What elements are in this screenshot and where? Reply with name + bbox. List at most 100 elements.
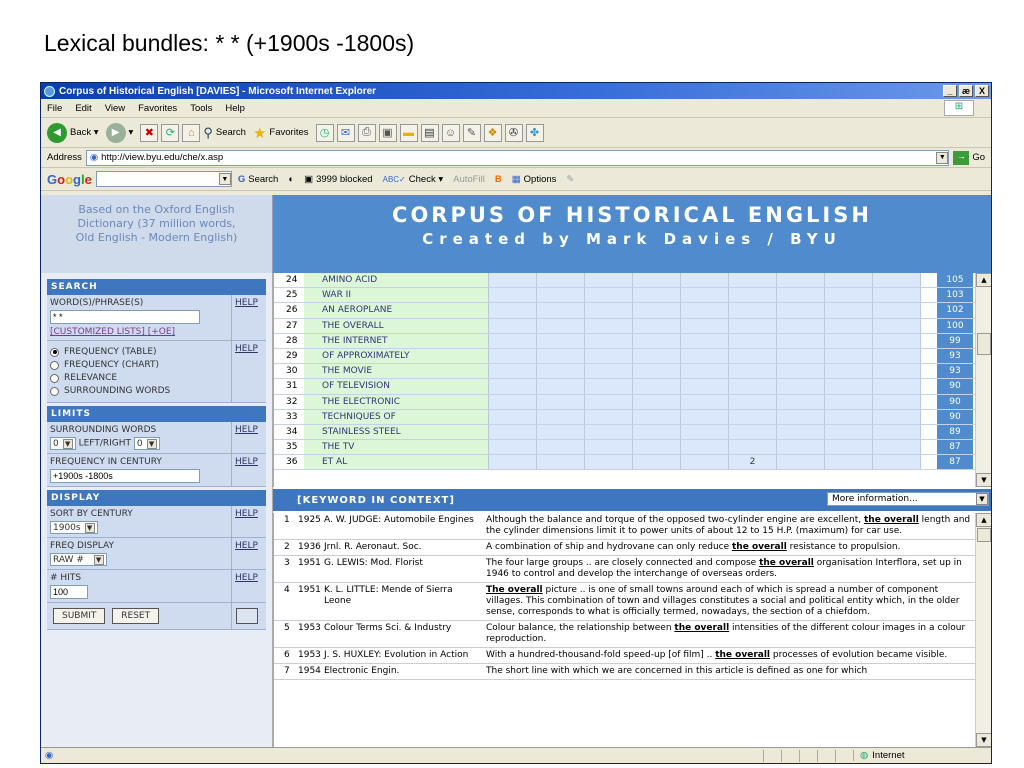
messenger-icon[interactable]: ☺ bbox=[441, 123, 460, 142]
kwic-source[interactable]: G. LEWIS: Mod. Florist bbox=[324, 558, 486, 580]
folder-icon[interactable]: ▬ bbox=[399, 123, 418, 142]
menu-tools[interactable]: Tools bbox=[190, 103, 212, 114]
radio-relevance[interactable]: RELEVANCE bbox=[50, 373, 228, 383]
result-word-link[interactable]: AMINO ACID bbox=[304, 273, 489, 288]
result-word-link[interactable]: THE TV bbox=[304, 440, 489, 455]
autofill-button[interactable]: AutoFill bbox=[453, 174, 485, 185]
blogger-icon[interactable]: B bbox=[495, 174, 502, 185]
popup-blocker[interactable]: ▣ 3999 blocked bbox=[304, 174, 373, 185]
options-button[interactable]: ▦ Options bbox=[512, 174, 557, 185]
scroll-thumb[interactable] bbox=[977, 528, 991, 542]
kwic-scrollbar[interactable]: ▲ ▼ bbox=[975, 513, 991, 747]
freq-century-input[interactable] bbox=[50, 469, 200, 483]
result-word-link[interactable]: WAR II bbox=[304, 288, 489, 303]
display-help-link[interactable]: HELP bbox=[232, 341, 266, 402]
kwic-source[interactable]: K. L. LITTLE: Mende of Sierra Leone bbox=[324, 585, 486, 618]
result-word-link[interactable]: THE OVERALL bbox=[304, 318, 489, 333]
kwic-keyword[interactable]: the overall bbox=[732, 542, 787, 552]
kwic-source[interactable]: J. S. HUXLEY: Evolution in Action bbox=[324, 650, 486, 661]
google-dropdown-icon[interactable]: ▼ bbox=[218, 173, 231, 185]
menu-edit[interactable]: Edit bbox=[75, 103, 91, 114]
right-select[interactable]: 0 ▼ bbox=[133, 437, 160, 450]
go-button[interactable]: → Go bbox=[953, 150, 991, 165]
results-scrollbar[interactable]: ▲ ▼ bbox=[975, 273, 991, 487]
tools-icon[interactable]: ✎ bbox=[462, 123, 481, 142]
research-icon[interactable]: ❖ bbox=[483, 123, 502, 142]
freq-display-select[interactable]: RAW # ▼ bbox=[50, 553, 107, 566]
result-word-link[interactable]: THE ELECTRONIC bbox=[304, 394, 489, 409]
radio-frequency-table[interactable]: FREQUENCY (TABLE) bbox=[50, 347, 228, 357]
result-word-link[interactable]: AN AEROPLANE bbox=[304, 303, 489, 318]
pagerank-icon[interactable]: ◐ bbox=[288, 174, 294, 185]
freq-display-help-link[interactable]: HELP bbox=[232, 538, 266, 569]
status-bar: ◉ ◍ Internet bbox=[41, 747, 991, 763]
refresh-icon[interactable]: ⟳ bbox=[161, 123, 180, 142]
scroll-up-icon[interactable]: ▲ bbox=[976, 273, 991, 287]
page-icon[interactable]: ▤ bbox=[420, 123, 439, 142]
kwic-keyword[interactable]: The overall bbox=[486, 585, 543, 595]
mail-icon[interactable]: ✉ bbox=[336, 123, 355, 142]
customized-lists-link[interactable]: [CUSTOMIZED LISTS] [+OE] bbox=[50, 327, 228, 337]
left-select[interactable]: 0 ▼ bbox=[50, 437, 76, 450]
menu-file[interactable]: File bbox=[47, 103, 62, 114]
menu-favorites[interactable]: Favorites bbox=[138, 103, 177, 114]
home-icon[interactable]: ⌂ bbox=[182, 123, 201, 142]
sort-help-link[interactable]: HELP bbox=[232, 506, 266, 537]
kwic-keyword[interactable]: the overall bbox=[674, 623, 729, 633]
reset-button[interactable]: RESET bbox=[112, 608, 160, 624]
close-button[interactable]: X bbox=[975, 85, 989, 97]
scroll-down-icon[interactable]: ▼ bbox=[976, 733, 991, 747]
kwic-source[interactable]: Colour Terms Sci. & Industry bbox=[324, 623, 486, 645]
kwic-source[interactable]: A. W. JUDGE: Automobile Engines bbox=[324, 515, 486, 537]
kwic-number: 5 bbox=[284, 623, 290, 633]
sort-select[interactable]: 1900s ▼ bbox=[50, 521, 98, 534]
freq-century-help-link[interactable]: HELP bbox=[232, 454, 266, 486]
word-input[interactable] bbox=[50, 310, 200, 324]
result-word-link[interactable]: OF APPROXIMATELY bbox=[304, 348, 489, 364]
google-search-input[interactable]: ▼ bbox=[95, 171, 232, 187]
bicycle-icon[interactable]: ✇ bbox=[504, 123, 523, 142]
address-dropdown-icon[interactable]: ▼ bbox=[936, 151, 949, 164]
result-word-link[interactable]: THE MOVIE bbox=[304, 364, 489, 379]
address-input[interactable]: ◉ http://view.byu.edu/che/x.asp ▼ bbox=[85, 149, 950, 166]
oe-link[interactable]: [+OE] bbox=[148, 327, 175, 337]
result-word-link[interactable]: TECHNIQUES OF bbox=[304, 409, 489, 424]
print-icon[interactable]: ⎙ bbox=[357, 123, 376, 142]
scroll-up-icon[interactable]: ▲ bbox=[976, 513, 991, 527]
search-button[interactable]: ⚲ Search bbox=[203, 125, 246, 141]
scroll-thumb[interactable] bbox=[977, 333, 991, 355]
result-word-link[interactable]: OF TELEVISION bbox=[304, 379, 489, 394]
result-word-link[interactable]: ET AL bbox=[304, 455, 489, 470]
minimize-button[interactable]: _ bbox=[943, 85, 957, 97]
maximize-button[interactable]: æ bbox=[959, 85, 973, 97]
result-word-link[interactable]: STAINLESS STEEL bbox=[304, 424, 489, 440]
menu-view[interactable]: View bbox=[105, 103, 125, 114]
more-info-select[interactable]: More information... ▼ bbox=[827, 492, 989, 506]
kwic-keyword[interactable]: the overall bbox=[864, 515, 919, 525]
google-search-button[interactable]: G Search bbox=[238, 174, 279, 185]
highlighter-icon[interactable]: ✎ bbox=[566, 174, 574, 185]
kwic-source[interactable]: Jrnl. R. Aeronaut. Soc. bbox=[324, 542, 486, 553]
word-help-link[interactable]: HELP bbox=[232, 295, 266, 340]
edit-icon[interactable]: ▣ bbox=[378, 123, 397, 142]
hits-help-link[interactable]: HELP bbox=[232, 570, 266, 602]
scroll-down-icon[interactable]: ▼ bbox=[976, 473, 991, 487]
stop-icon[interactable]: ✖ bbox=[140, 123, 159, 142]
plugin-icon[interactable]: ✤ bbox=[525, 123, 544, 142]
surrounding-help-link[interactable]: HELP bbox=[232, 422, 266, 453]
kwic-source[interactable]: Electronic Engin. bbox=[324, 666, 486, 677]
radio-frequency-chart[interactable]: FREQUENCY (CHART) bbox=[50, 360, 228, 370]
result-word-link[interactable]: THE INTERNET bbox=[304, 333, 489, 348]
radio-surrounding-words[interactable]: SURROUNDING WORDS bbox=[50, 386, 228, 396]
history-icon[interactable]: ◷ bbox=[315, 123, 334, 142]
google-logo[interactable]: Google bbox=[47, 172, 92, 187]
kwic-keyword[interactable]: the overall bbox=[759, 558, 814, 568]
favorites-button[interactable]: ★ Favorites bbox=[253, 124, 309, 142]
menu-help[interactable]: Help bbox=[225, 103, 245, 114]
hits-input[interactable] bbox=[50, 585, 88, 599]
forward-button[interactable]: ▶ ▾ bbox=[105, 122, 133, 143]
spell-check-button[interactable]: ABC✓ Check ▾ bbox=[383, 174, 444, 185]
back-button[interactable]: ◀ Back ▾ bbox=[47, 122, 99, 143]
kwic-keyword[interactable]: the overall bbox=[715, 650, 770, 660]
submit-button[interactable]: SUBMIT bbox=[53, 608, 106, 624]
